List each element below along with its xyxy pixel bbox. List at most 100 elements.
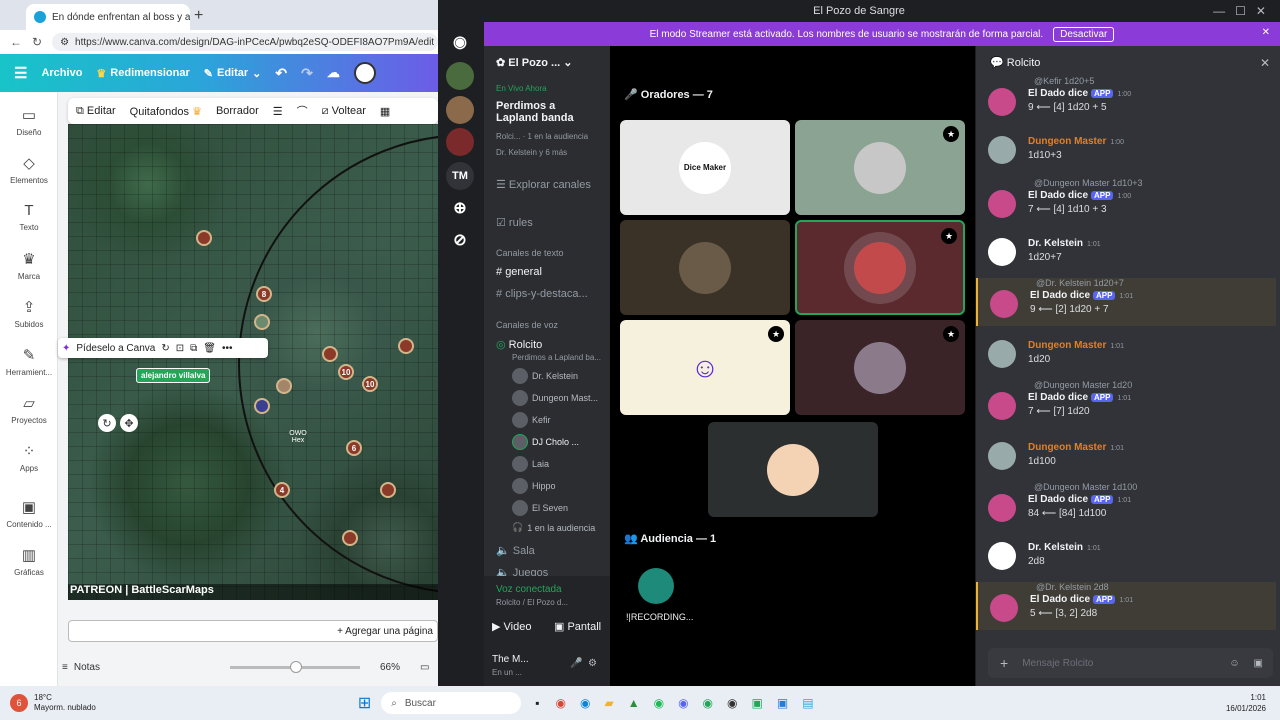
menu-lines-icon[interactable]: ☰: [273, 105, 283, 118]
app-icon[interactable]: ◉: [727, 696, 737, 710]
close-chat-icon[interactable]: ✕: [1260, 56, 1270, 70]
voice-member[interactable]: Laia: [512, 456, 549, 472]
user-panel[interactable]: The M...: [492, 654, 529, 665]
chat-message-mention[interactable]: @Dr. Kelstein 2d8 El Dado dice APP 1:01 5 ⟵ …: [976, 582, 1276, 630]
nav-diseno[interactable]: ▭ Diseño: [0, 106, 58, 137]
speaker-tile[interactable]: Dice Maker: [620, 120, 790, 215]
url-field[interactable]: ⚙ https://www.canva.com/design/DAG-inPCe…: [52, 33, 438, 51]
map-token[interactable]: [254, 398, 270, 414]
toolbar-editar[interactable]: ⧉ Editar: [76, 105, 116, 118]
screen-share-button[interactable]: ▣ Pantall: [554, 620, 601, 633]
server-icon-tm[interactable]: TM: [446, 162, 474, 190]
text-category[interactable]: Canales de texto: [496, 248, 564, 258]
chat-message[interactable]: Dungeon Master 1:01 1d20: [976, 328, 1276, 376]
popup-label[interactable]: Pídeselo a Canva: [76, 343, 155, 354]
mic-icon[interactable]: 🎤: [570, 658, 582, 669]
emoji-icon[interactable]: ☺: [1229, 658, 1239, 669]
chat-message-mention[interactable]: @Dr. Kelstein 1d20+7 El Dado dice APP 1:01 9…: [976, 278, 1276, 326]
start-icon[interactable]: ⊞: [358, 693, 371, 713]
toolbar-borrador[interactable]: Borrador: [216, 105, 259, 117]
avatar[interactable]: [353, 62, 376, 84]
speaker-tile[interactable]: ☺ ★: [620, 320, 790, 415]
add-server-icon[interactable]: ⊕: [446, 194, 474, 222]
app-icon[interactable]: ▤: [802, 696, 813, 710]
discord-taskbar-icon[interactable]: ◉: [678, 696, 688, 710]
chat-message[interactable]: Dungeon Master 1:00 1d10+3: [976, 124, 1276, 172]
speaker-tile[interactable]: [620, 220, 790, 315]
map-token[interactable]: 10: [338, 364, 354, 380]
toolbar-quitafondos[interactable]: Quitafondos ♛: [130, 105, 202, 118]
weather-widget[interactable]: 6 18°C Mayorm. nublado: [10, 693, 96, 713]
map-token[interactable]: [196, 230, 212, 246]
cloud-icon[interactable]: ☁: [327, 65, 340, 81]
settings-icon[interactable]: ⚙: [588, 658, 597, 669]
chat-message[interactable]: @Dungeon Master 1d10+3 El Dado dice APP 1:0…: [976, 178, 1276, 226]
site-info-icon[interactable]: ⚙: [60, 37, 69, 48]
trash-icon[interactable]: 🗑: [203, 343, 216, 354]
explore-icon[interactable]: ⊘: [446, 226, 474, 254]
nav-graficas[interactable]: ▥ Gráficas: [0, 546, 58, 577]
app-icon[interactable]: ▲: [628, 696, 640, 710]
app-icon[interactable]: ◉: [703, 696, 713, 710]
audience-header[interactable]: 👥 Audiencia — 1: [624, 532, 716, 545]
chrome-icon[interactable]: ◉: [555, 696, 565, 710]
menu-archivo[interactable]: Archivo: [41, 67, 82, 79]
server-name[interactable]: ✿ El Pozo ... ⌄: [496, 56, 573, 69]
hamburger-icon[interactable]: ☰: [14, 64, 27, 82]
new-tab-icon[interactable]: +: [194, 7, 203, 25]
zoom-handle[interactable]: [289, 660, 302, 673]
voice-channel-sala[interactable]: 🔈 Sala: [496, 544, 535, 557]
channel-rules[interactable]: ☑ rules: [496, 216, 533, 229]
more-icon[interactable]: •••: [222, 343, 233, 354]
map-token[interactable]: [398, 338, 414, 354]
voice-channel-rolcito[interactable]: ◎ Rolcito: [496, 338, 542, 351]
nav-elementos[interactable]: ◇ Elementos: [0, 154, 58, 185]
refresh-icon[interactable]: ↻: [161, 343, 169, 354]
reload-icon[interactable]: ↻: [32, 35, 42, 49]
explorer-icon[interactable]: ▰: [604, 696, 613, 710]
map-token[interactable]: [254, 314, 270, 330]
undo-icon[interactable]: ↶: [275, 65, 287, 82]
redo-icon[interactable]: ↷: [301, 65, 313, 82]
chat-message[interactable]: @Dungeon Master 1d100 El Dado dice APP 1:01…: [976, 482, 1276, 530]
notes-label[interactable]: Notas: [74, 662, 100, 673]
transparency-icon[interactable]: ▦: [380, 105, 390, 118]
zoom-value[interactable]: 66%: [380, 662, 400, 673]
voice-member[interactable]: Hippo: [512, 478, 556, 494]
discord-home-icon[interactable]: ◉: [446, 28, 474, 56]
app-icon[interactable]: ▣: [752, 696, 763, 710]
map-token[interactable]: 4: [274, 482, 290, 498]
voice-member[interactable]: Dr. Kelstein: [512, 368, 578, 384]
disable-streamer-button[interactable]: Desactivar: [1053, 26, 1115, 42]
voice-category[interactable]: Canales de voz: [496, 320, 558, 330]
channel-general[interactable]: # general: [496, 266, 542, 278]
speaker-tile[interactable]: ★: [795, 120, 965, 215]
message-input[interactable]: + Mensaje Rolcito ☺ ▣: [988, 648, 1273, 678]
menu-redimensionar[interactable]: ♛ Redimensionar: [96, 67, 189, 80]
chat-message[interactable]: Dr. Kelstein 1:01 2d8: [976, 530, 1276, 578]
nav-apps[interactable]: ⁘ Apps: [0, 442, 58, 473]
explore-channels[interactable]: ☰ Explorar canales: [496, 178, 591, 191]
chat-message[interactable]: @Dungeon Master 1d20 El Dado dice APP 1:01 7…: [976, 380, 1276, 428]
map-token[interactable]: [380, 482, 396, 498]
map-token[interactable]: 8: [256, 286, 272, 302]
pages-icon[interactable]: ▭: [420, 662, 429, 673]
zoom-slider[interactable]: [229, 660, 360, 673]
curve-icon[interactable]: ⌒: [297, 103, 308, 119]
video-button[interactable]: ▶ Video: [492, 620, 531, 633]
avatar[interactable]: [638, 568, 674, 604]
server-icon[interactable]: [446, 62, 474, 90]
live-title[interactable]: Perdimos a Lapland banda: [496, 100, 596, 124]
search-box[interactable]: ⌕ Buscar: [381, 692, 522, 714]
notes-icon[interactable]: ≡: [62, 662, 68, 673]
voice-member[interactable]: Kefir: [512, 412, 551, 428]
toolbar-voltear[interactable]: ⧄ Voltear: [322, 105, 366, 118]
window-controls[interactable]: — ☐ ✕: [1213, 4, 1266, 18]
rotate-icon[interactable]: ↻: [98, 414, 116, 432]
nav-marca[interactable]: ♛ Marca: [0, 250, 58, 281]
add-attachment-icon[interactable]: +: [1000, 655, 1008, 671]
battle-map-canvas[interactable]: 8 10 10 6 4 OWO Hex ↻ ✥: [68, 124, 438, 600]
map-token[interactable]: 10: [362, 376, 378, 392]
back-icon[interactable]: ←: [10, 35, 22, 49]
server-icon[interactable]: [446, 128, 474, 156]
